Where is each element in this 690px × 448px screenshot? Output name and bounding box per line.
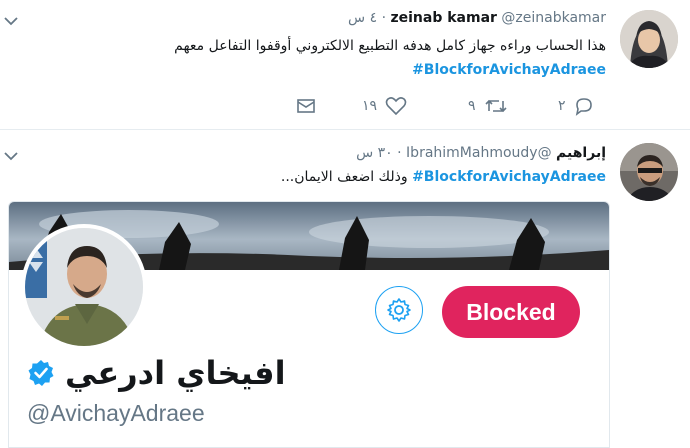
envelope-icon	[297, 99, 315, 113]
tweet-text-block: هذا الحساب وراءه جهاز كامل هدفه التطبيع …	[174, 34, 606, 82]
gear-icon	[387, 298, 411, 322]
tweet-2[interactable]: إبراهيم @IbrahimMahmoudy · ٣٠ س #Blockfo…	[0, 129, 690, 448]
dm-button[interactable]	[296, 94, 316, 118]
profile-screen-name: @AvichayAdraee	[27, 400, 205, 426]
verified-badge-icon	[28, 360, 54, 386]
author-handle[interactable]: @zeinabkamar	[501, 10, 606, 26]
like-button[interactable]: ١٩	[362, 94, 407, 118]
avatar[interactable]	[620, 143, 678, 201]
tweet-text: وذلك اضعف الايمان...	[280, 169, 408, 185]
chevron-down-icon[interactable]	[4, 151, 18, 161]
tweet-header: إبراهيم @IbrahimMahmoudy · ٣٠ س	[356, 145, 606, 161]
retweet-icon	[484, 99, 507, 113]
dot-separator: ·	[381, 10, 387, 26]
timestamp[interactable]: ٤ س	[348, 10, 377, 26]
profile-display-name: افيخاي ادرعي	[65, 354, 286, 392]
author-name[interactable]: إبراهيم	[556, 145, 606, 161]
blocked-button[interactable]: Blocked	[442, 286, 580, 338]
tweet-actions: ٢ ٩ ١٩	[290, 94, 610, 118]
author-name[interactable]: zeinab kamar	[390, 10, 496, 26]
profile-avatar[interactable]	[21, 224, 147, 350]
display-name-row: افيخاي ادرعي	[27, 354, 286, 392]
tweet-header: zeinab kamar @zeinabkamar · ٤ س	[348, 10, 606, 26]
reply-button[interactable]: ٢	[558, 94, 594, 118]
reply-icon	[575, 98, 592, 116]
hashtag-link[interactable]: #BlockforAvichayAdraee	[412, 62, 606, 78]
chevron-down-icon[interactable]	[4, 16, 18, 26]
reply-count: ٢	[558, 98, 566, 114]
dot-separator: ·	[397, 145, 402, 161]
settings-button[interactable]	[375, 286, 423, 334]
heart-icon	[385, 97, 407, 116]
profile-card[interactable]: Blocked افيخاي ادرعي @AvichayAdraee	[8, 201, 610, 448]
tweet-text-block: #BlockforAvichayAdraee وذلك اضعف الايمان…	[281, 165, 606, 189]
timestamp[interactable]: ٣٠ س	[356, 145, 393, 161]
like-count: ١٩	[362, 98, 378, 114]
avatar[interactable]	[620, 10, 678, 68]
author-handle[interactable]: @IbrahimMahmoudy	[406, 145, 552, 161]
hashtag-link[interactable]: #BlockforAvichayAdraee	[412, 169, 606, 185]
retweet-button[interactable]: ٩	[468, 94, 508, 118]
tweet-1[interactable]: zeinab kamar @zeinabkamar · ٤ س هذا الحس…	[0, 0, 690, 129]
tweet-text: هذا الحساب وراءه جهاز كامل هدفه التطبيع …	[174, 38, 606, 54]
retweet-count: ٩	[468, 98, 476, 114]
